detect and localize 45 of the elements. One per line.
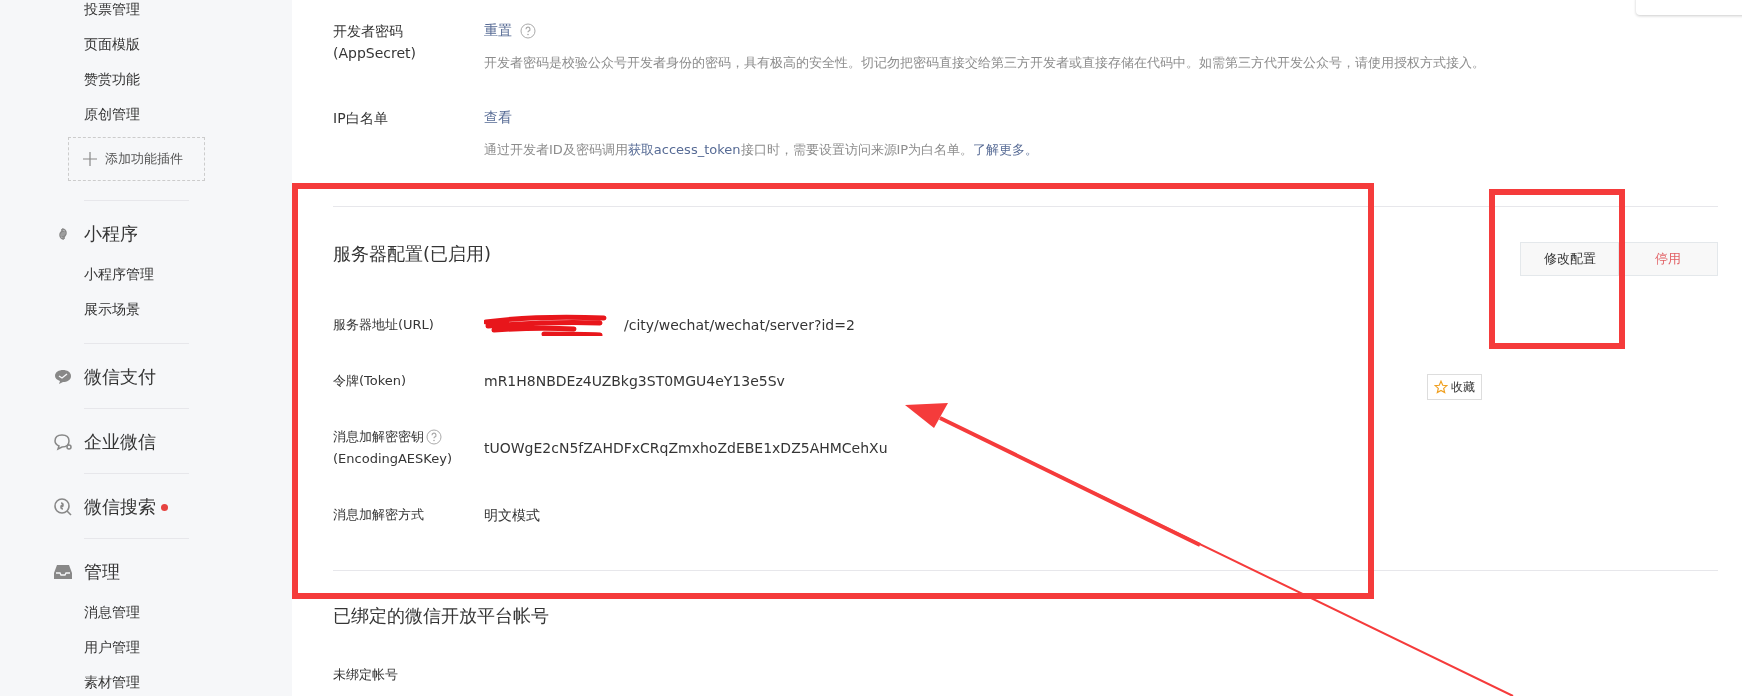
help-icon[interactable] (426, 429, 442, 445)
sidebar-item[interactable]: 消息管理 (84, 595, 292, 630)
inline-link[interactable]: 了解更多。 (973, 142, 1039, 157)
field-label: 令牌(Token) (333, 372, 407, 390)
field-value: mR1H8NBDEz4UZBkg3ST0MGU4eY13e5Sv (484, 372, 785, 391)
setting-label: IP白名单 (333, 109, 389, 128)
field-value: tUOWgE2cN5fZAHDFxCRqZmxhoZdEBE1xDZ5AHMCehXu (484, 439, 888, 458)
sidebar-item[interactable]: 原创管理 (84, 97, 292, 132)
help-icon[interactable] (520, 23, 536, 39)
field-value: 明文模式 (484, 506, 540, 525)
add-plugin-button[interactable]: 添加功能插件 (68, 137, 205, 181)
binding-status: 未绑定帐号 (333, 666, 399, 684)
action-link[interactable]: 查看 (484, 109, 512, 127)
star-icon (1434, 380, 1448, 394)
chat-bubble-icon (53, 367, 73, 387)
edit-config-button[interactable]: 修改配置 (1520, 242, 1619, 276)
field-label: 服务器地址(URL) (333, 316, 434, 334)
field-label: 消息加解密密钥 (333, 428, 424, 446)
setting-description: 通过开发者ID及密码调用获取access_token接口时，需要设置访问来源IP为白名单。了解更多。 (484, 141, 1039, 159)
action-link[interactable]: 重置 (484, 22, 512, 40)
plus-icon (83, 152, 97, 166)
sidebar-section-title[interactable]: 小程序 (84, 222, 138, 246)
section-title: 服务器配置(已启用) (333, 242, 493, 266)
inline-link[interactable]: 获取access_token (627, 142, 741, 157)
favorite-button[interactable]: 收藏 (1427, 374, 1482, 400)
sidebar-item[interactable]: 赞赏功能 (84, 62, 292, 97)
sidebar-item[interactable]: 小程序管理 (84, 257, 292, 292)
field-label: (EncodingAESKey) (333, 450, 452, 468)
sidebar-section-title[interactable]: 微信搜索 (84, 495, 156, 519)
setting-description: 开发者密码是校验公众号开发者身份的密码，具有极高的安全性。切记勿把密码直接交给第三方开发者或直接存储在代码中。如需第三方代开发公众号，请使用授权方式接入。 (484, 54, 1485, 72)
field-value: /city/wechat/wechat/server?id=2 (624, 316, 855, 335)
sidebar-item[interactable]: 展示场景 (84, 292, 292, 327)
chat-outline-icon (53, 432, 73, 452)
setting-label: 开发者密码 (AppSecret) (333, 22, 418, 63)
sidebar-item[interactable]: 投票管理 (84, 0, 292, 27)
sidebar-item[interactable]: 页面模版 (84, 27, 292, 62)
sidebar-item[interactable]: 素材管理 (84, 665, 292, 696)
section-title: 已绑定的微信开放平台帐号 (333, 604, 550, 628)
sidebar-section-title[interactable]: 管理 (84, 560, 120, 584)
inbox-icon (53, 562, 73, 582)
field-label: 消息加解密方式 (333, 506, 424, 524)
sidebar-section-title[interactable]: 企业微信 (84, 430, 156, 454)
search-icon (53, 497, 73, 517)
sidebar-item[interactable]: 用户管理 (84, 630, 292, 665)
sidebar-section-title[interactable]: 微信支付 (84, 365, 156, 389)
